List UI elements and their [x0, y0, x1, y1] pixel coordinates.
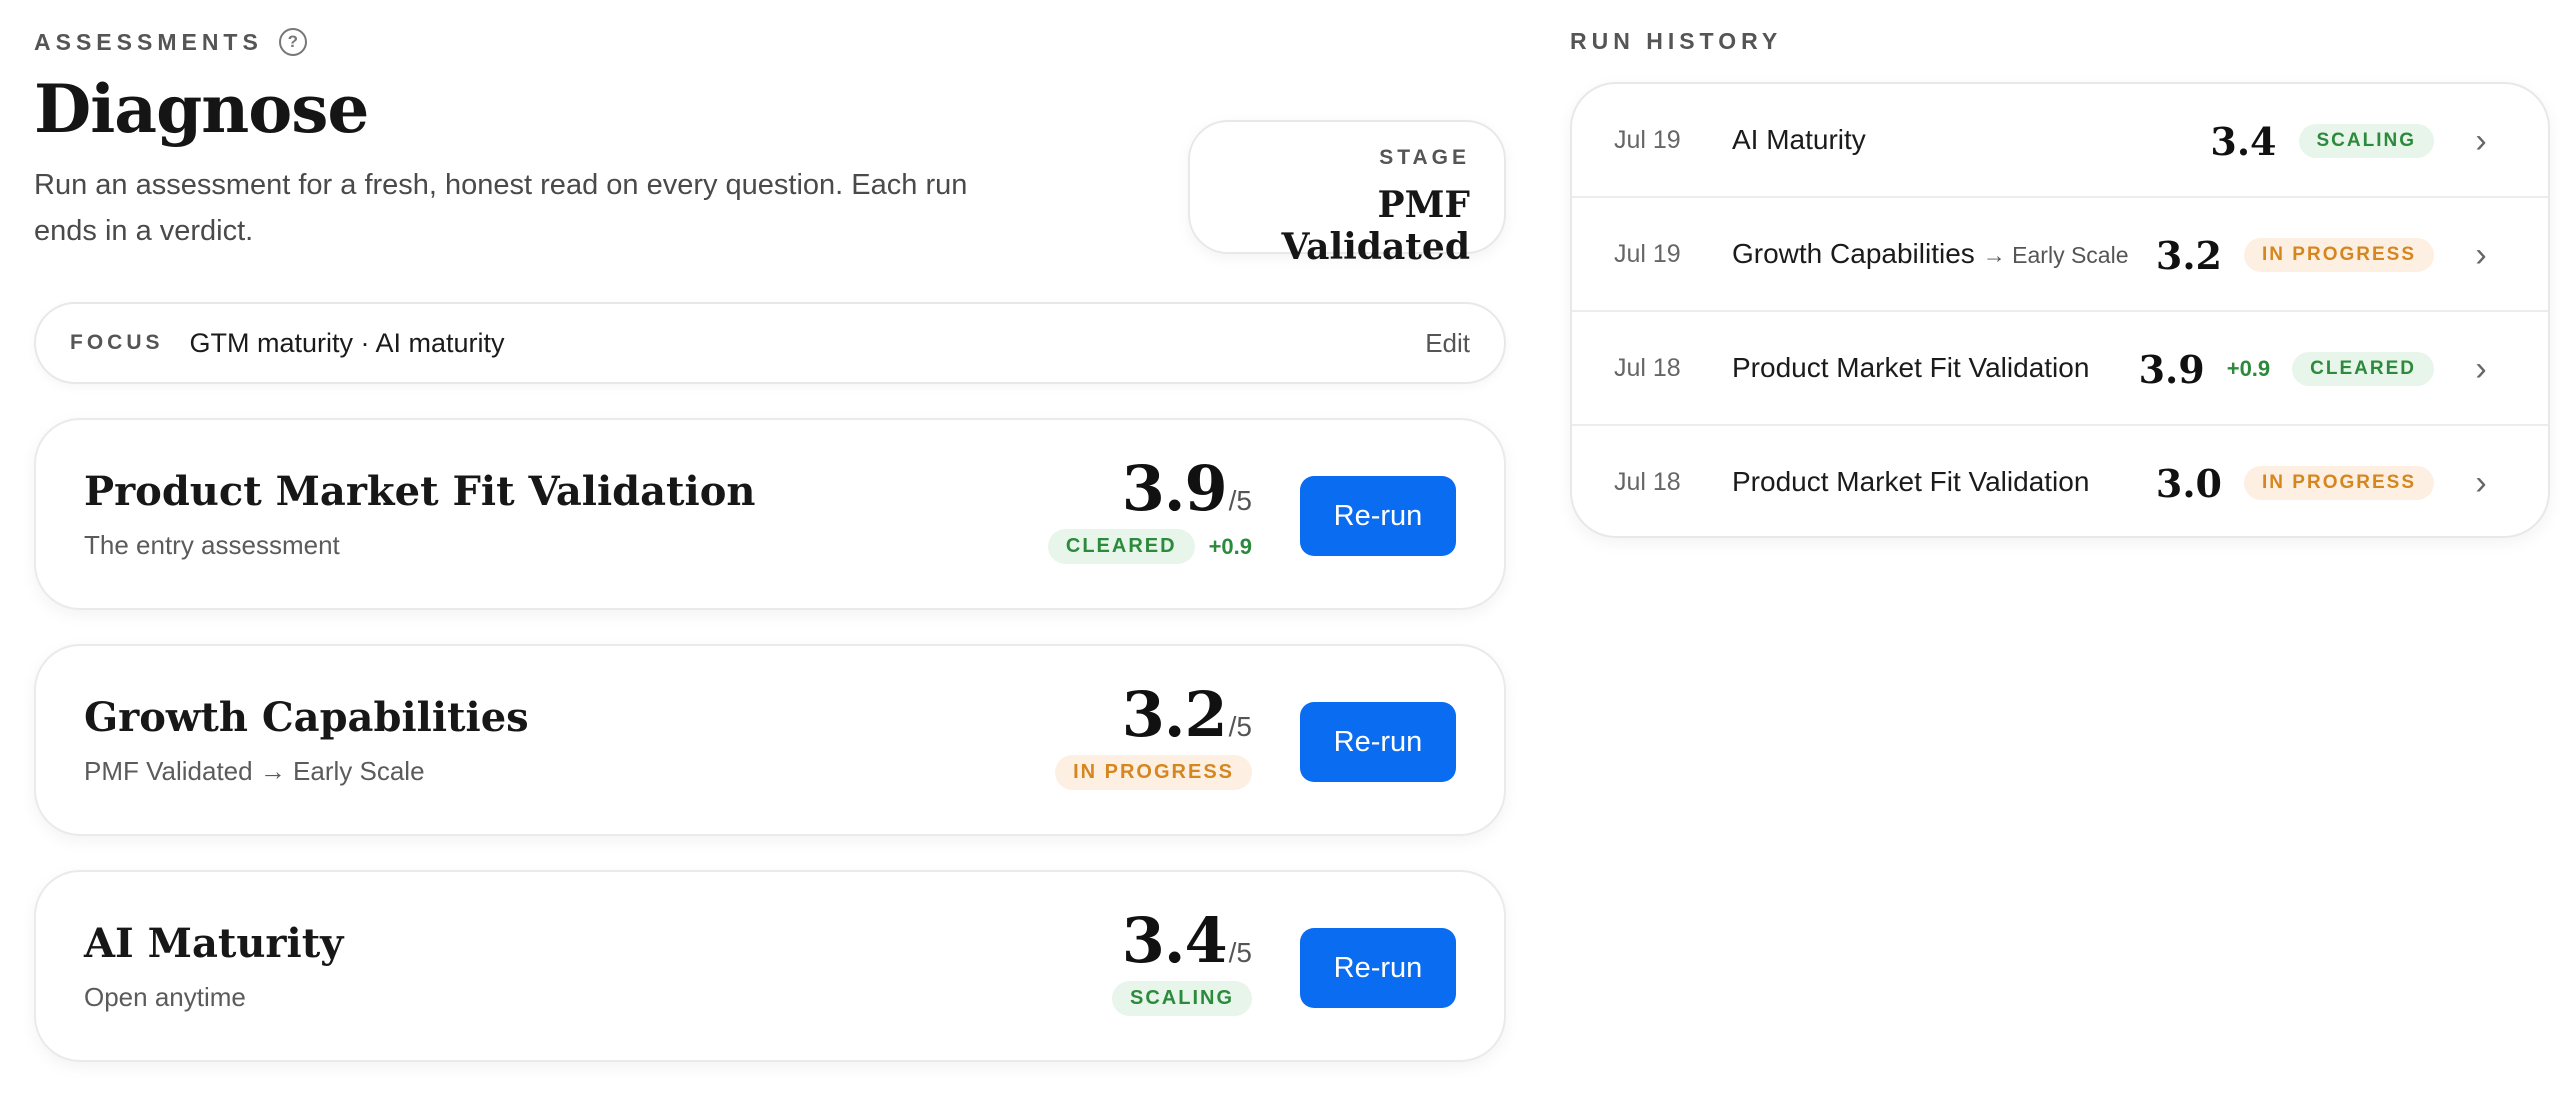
- score-block: 3.2 /5 IN PROGRESS: [1055, 678, 1252, 790]
- score-value: 3.2: [1121, 678, 1228, 751]
- rerun-button-ai[interactable]: Re-run: [1300, 928, 1456, 1008]
- history-name-sub: → Early Scale: [1982, 242, 2129, 268]
- focus-label: FOCUS: [70, 331, 164, 354]
- history-name: Growth Capabilities → Early Scale: [1732, 238, 2129, 269]
- history-delta: +0.9: [2226, 356, 2271, 381]
- score-block: 3.4 /5 SCALING: [1112, 904, 1252, 1016]
- focus-bar: FOCUS GTM maturity · AI maturity Edit: [34, 302, 1506, 384]
- stage-value: PMF Validated: [1281, 184, 1470, 268]
- assessment-subtitle: Open anytime: [84, 982, 246, 1012]
- history-score: 3.0: [2155, 460, 2223, 506]
- score-value: 3.4: [1121, 904, 1228, 977]
- chevron-right-icon: ›: [2475, 349, 2487, 388]
- assessment-card-pmf: Product Market Fit Validation The entry …: [34, 418, 1506, 610]
- chevron-right-icon: ›: [2475, 235, 2487, 274]
- focus-edit-button[interactable]: Edit: [1425, 328, 1470, 359]
- score-scale: /5: [1228, 485, 1252, 516]
- page-subtitle: Run an assessment for a fresh, honest re…: [34, 169, 968, 247]
- stage-card: STAGE PMF Validated: [1188, 120, 1506, 268]
- history-name: Product Market Fit Validation: [1732, 352, 2090, 383]
- rerun-button-growth[interactable]: Re-run: [1300, 702, 1456, 782]
- history-row[interactable]: Jul 18 Product Market Fit Validation 3.0…: [1572, 426, 2548, 536]
- run-history-label: RUN HISTORY: [1570, 28, 1783, 54]
- score-delta: +0.9: [1208, 533, 1252, 559]
- history-row[interactable]: Jul 19 AI Maturity 3.4 SCALING ›: [1572, 84, 2548, 198]
- assessment-card-ai: AI Maturity Open anytime 3.4 /5 SCALING …: [34, 870, 1506, 1062]
- history-row[interactable]: Jul 18 Product Market Fit Validation 3.9…: [1572, 312, 2548, 426]
- status-badge: SCALING: [2298, 124, 2434, 158]
- assessment-title: AI Maturity: [84, 920, 344, 967]
- history-score: 3.9: [2138, 346, 2205, 392]
- status-badge: IN PROGRESS: [2244, 466, 2434, 500]
- assessment-card-growth: Growth Capabilities PMF Validated → Earl…: [34, 644, 1506, 836]
- status-badge: CLEARED: [2292, 352, 2434, 386]
- eyebrow-label: ASSESSMENTS: [34, 28, 263, 55]
- assessment-title: Product Market Fit Validation: [84, 468, 756, 515]
- history-score: 3.4: [2210, 118, 2277, 164]
- status-badge: CLEARED: [1047, 529, 1195, 564]
- section-eyebrow: ASSESSMENTS ?: [34, 28, 307, 56]
- status-badge: IN PROGRESS: [1055, 755, 1252, 790]
- history-date: Jul 18: [1614, 468, 1681, 496]
- rerun-button-pmf[interactable]: Re-run: [1300, 476, 1456, 556]
- history-score: 3.2: [2155, 232, 2223, 278]
- assessment-subtitle: PMF Validated → Early Scale: [84, 756, 425, 786]
- history-name: AI Maturity: [1732, 124, 1866, 155]
- history-name: Product Market Fit Validation: [1732, 466, 2090, 497]
- history-date: Jul 19: [1614, 126, 1681, 154]
- status-badge: IN PROGRESS: [2244, 238, 2434, 272]
- chevron-right-icon: ›: [2475, 463, 2487, 502]
- assessment-subtitle: The entry assessment: [84, 530, 340, 560]
- chevron-right-icon: ›: [2475, 121, 2487, 160]
- stage-label: STAGE: [1379, 146, 1470, 169]
- help-circle-icon[interactable]: ?: [278, 28, 307, 56]
- score-scale: /5: [1228, 937, 1252, 968]
- score-value: 3.9: [1121, 452, 1228, 525]
- assessment-title: Growth Capabilities: [84, 694, 529, 741]
- run-history-list: Jul 19 AI Maturity 3.4 SCALING › Jul 19 …: [1570, 82, 2550, 538]
- history-row[interactable]: Jul 19 Growth Capabilities → Early Scale …: [1572, 198, 2548, 312]
- page-title: Diagnose: [34, 70, 369, 148]
- history-date: Jul 18: [1614, 354, 1681, 382]
- score-block: 3.9 /5 CLEARED +0.9: [1047, 452, 1252, 564]
- history-date: Jul 19: [1614, 240, 1681, 268]
- focus-value: GTM maturity · AI maturity: [189, 327, 505, 358]
- score-scale: /5: [1228, 711, 1252, 742]
- status-badge: SCALING: [1112, 981, 1252, 1016]
